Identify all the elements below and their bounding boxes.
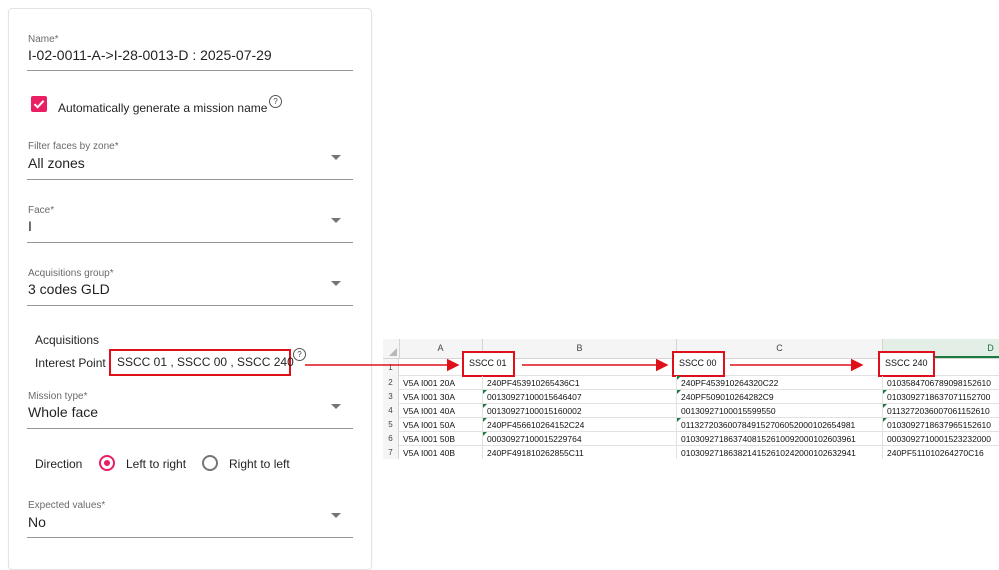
annotation-arrows <box>305 358 864 372</box>
